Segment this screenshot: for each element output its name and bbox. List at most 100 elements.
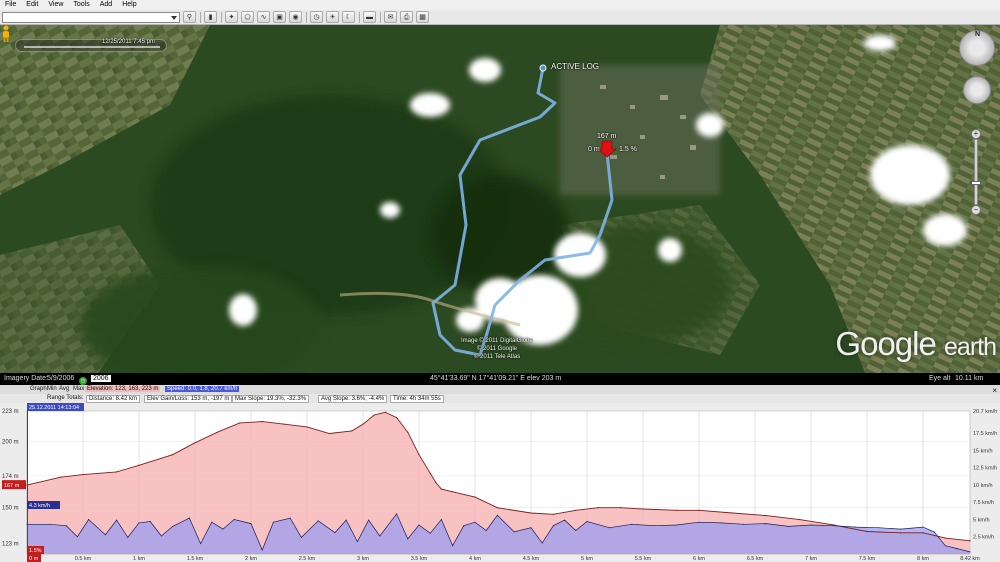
elevation-point [866, 530, 868, 533]
y-right-tick-label: 5 km/h [973, 517, 990, 523]
x-tick-label: 1.5 km [187, 556, 204, 562]
speed-point [250, 523, 252, 525]
speed-point [116, 519, 118, 521]
imagery-date: 5/9/2006 [47, 375, 75, 382]
historical-year-badge[interactable]: 2006 [91, 375, 111, 382]
cursor-coordinates: 45°41'33.69" N 17°41'09.21" E elev 203 m [430, 375, 562, 382]
sunlight-icon[interactable]: ☀ [326, 11, 339, 23]
elevation-point [115, 471, 118, 473]
elevation-point [283, 423, 286, 425]
logo-earth: earth [944, 333, 997, 361]
elevation-point [194, 442, 196, 444]
cursor-slope-label: 1.5% [29, 548, 42, 554]
zoom-out-icon[interactable]: − [971, 205, 981, 215]
speed-point [765, 523, 767, 525]
menu-view[interactable]: View [43, 0, 68, 10]
elevation-speed-chart[interactable]: 0.5 km 1 km 1.5 km 2 km 2.5 km 3 km 3.5 km 4 km… [0, 403, 1000, 562]
elevation-point [440, 488, 442, 490]
timestamp-label: 25.12.2011 14:13:04 [29, 405, 79, 411]
time-slider-label: 12/25/2011 7:45 pm [102, 39, 155, 45]
search-icon[interactable]: ⚲ [183, 11, 196, 23]
speed-point [631, 523, 633, 525]
menu-tools[interactable]: Tools [68, 0, 94, 10]
speed-badge-label: 4.3 km/h [29, 503, 50, 509]
speed-point [452, 545, 454, 547]
speed-point [104, 534, 106, 536]
x-tick-label: 6.5 km [747, 556, 764, 562]
y-right-tick-label: 12.5 km/h [973, 466, 997, 472]
speed-point [65, 525, 67, 527]
x-tick-label: 1 km [133, 556, 145, 562]
eye-alt-value: 10.11 km [955, 375, 984, 382]
sky-icon[interactable]: ☾ [342, 11, 355, 23]
map-view[interactable]: 12/25/2011 7:45 pm ACTIVE LOG 167 m 0 m … [0, 25, 1000, 385]
speed-point [211, 521, 213, 523]
street-view-pegman-icon[interactable] [0, 25, 12, 43]
speed-point [541, 542, 543, 544]
zoom-knob[interactable] [971, 181, 981, 185]
chart-svg[interactable]: 0.5 km 1 km 1.5 km 2 km 2.5 km 3 km 3.5 km 4 km… [0, 403, 1000, 562]
speed-point [698, 521, 700, 523]
elevation-point [530, 512, 532, 514]
north-indicator: N [975, 31, 981, 38]
record-tour-icon[interactable]: ◉ [289, 11, 302, 23]
ruler-icon[interactable]: ▬ [363, 11, 376, 23]
speed-point [933, 531, 935, 533]
y-left-tick-label: 123 m [2, 541, 19, 547]
look-joystick[interactable]: N [959, 30, 995, 66]
y-left-tick-label: 223 m [2, 409, 19, 415]
menu-add[interactable]: Add [95, 0, 117, 10]
y-left-tick-label: 200 m [2, 439, 19, 445]
speed-point [76, 536, 78, 538]
marker-elevation-label: 167 m [597, 133, 617, 140]
elevation-point [239, 422, 241, 424]
elevation-point [642, 508, 644, 510]
elevation-point [969, 540, 971, 542]
elevation-point [407, 431, 409, 433]
elevation-profile-panel: Graph: Min Avg Max Elevation: 123, 163, … [0, 385, 1000, 562]
elevation-point [384, 411, 386, 413]
x-tick-label: 6 km [693, 556, 705, 562]
menu-help[interactable]: Help [117, 0, 141, 10]
elevation-point [418, 454, 420, 456]
zoom-in-icon[interactable]: + [971, 129, 981, 139]
speed-point [429, 532, 431, 534]
y-right-tick-label: 20.7 km/h [973, 409, 997, 415]
elevation-series-toggle[interactable]: Elevation: 123, 163, 223 m [85, 386, 161, 392]
y-right-tick-label: 2.5 km/h [973, 535, 994, 541]
x-tick-label: 7 km [805, 556, 817, 562]
y-right-tick-label: 15 km/h [973, 448, 993, 454]
y-left-tick-label: 150 m [2, 506, 19, 512]
speed-series-toggle[interactable]: Speed: 0.0, 1.8, 20.7 km/h [165, 386, 240, 392]
speed-point [463, 525, 465, 527]
print-icon[interactable]: ⎙ [400, 11, 413, 23]
x-tick-label: 5 km [581, 556, 593, 562]
speed-point [334, 532, 336, 534]
path-label[interactable]: ACTIVE LOG [551, 62, 599, 71]
x-tick-label: 3 km [357, 556, 369, 562]
move-joystick[interactable] [963, 76, 991, 104]
historical-imagery-icon[interactable]: ◷ [310, 11, 323, 23]
sidebar-icon[interactable]: ▮ [204, 11, 217, 23]
elevation-point [216, 431, 218, 433]
menu-edit[interactable]: Edit [21, 0, 43, 10]
speed-point [788, 525, 790, 527]
y-left-tick-label: 174 m [2, 474, 19, 480]
speed-point [676, 524, 678, 526]
menu-file[interactable]: File [0, 0, 21, 10]
polygon-icon[interactable]: ⬠ [241, 11, 254, 23]
elevation-point [922, 532, 924, 534]
placemark-icon[interactable]: ✦ [225, 11, 238, 23]
zoom-track [974, 139, 978, 205]
search-input[interactable] [2, 11, 180, 23]
x-tick-label: 2 km [245, 556, 257, 562]
elevation-point [306, 426, 308, 428]
overlay-icon[interactable]: ▣ [273, 11, 286, 23]
speed-point [172, 525, 174, 527]
speed-point [496, 514, 498, 516]
view-in-maps-icon[interactable]: ▦ [416, 11, 429, 23]
email-icon[interactable]: ✉ [384, 11, 397, 23]
path-icon[interactable]: ∿ [257, 11, 270, 23]
distance-value: Distance: 8.42 km [86, 395, 141, 403]
zoom-slider[interactable]: + − [971, 129, 981, 215]
